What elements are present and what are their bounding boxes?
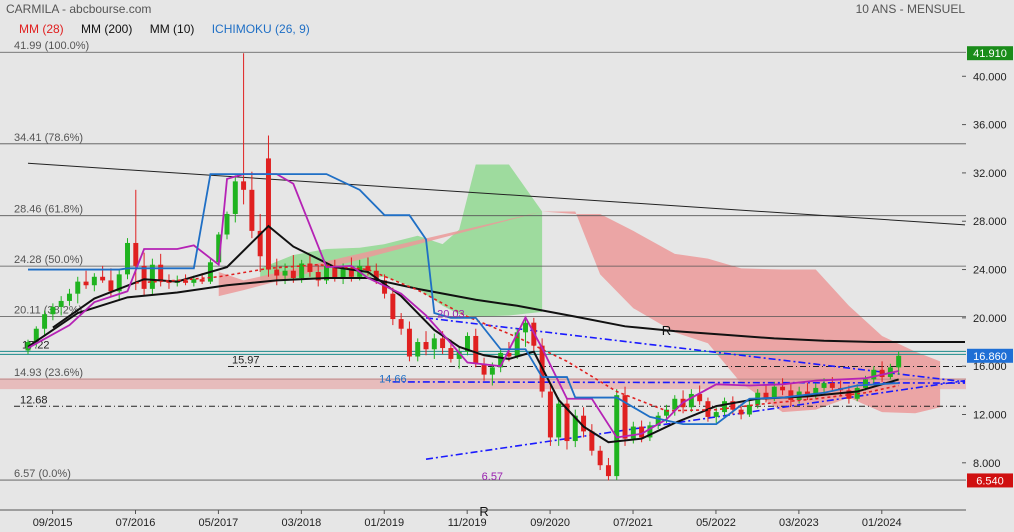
- fib-level-label: 14.93 (23.6%): [14, 367, 83, 379]
- fib-level-label: 6.57 (0.0%): [14, 468, 71, 480]
- candle-body: [431, 338, 437, 350]
- x-tick-label: 05/2022: [696, 517, 736, 529]
- high-price-marker: 41.910: [973, 48, 1007, 60]
- y-tick-label: 24.000: [973, 265, 1007, 277]
- candle-body: [158, 264, 164, 281]
- y-tick-label: 8.000: [973, 458, 1001, 470]
- candle-body: [83, 281, 89, 286]
- candle-body: [42, 314, 48, 329]
- chart-panel: 41.99 (100.0%) 34.41 (78.6%) 28.46 (61.8%)…: [0, 0, 1014, 532]
- candle-body: [183, 280, 189, 283]
- y-tick-label: 12.000: [973, 409, 1007, 421]
- last-price-marker: 16.860: [973, 351, 1007, 363]
- fib-level-label: 24.28 (50.0%): [14, 254, 83, 266]
- candle-body: [133, 242, 139, 266]
- candle-body: [232, 181, 238, 214]
- chart-annotation: 14.66: [379, 373, 407, 385]
- candle-body: [91, 276, 97, 286]
- x-tick-label: 03/2018: [281, 517, 321, 529]
- candle-body: [780, 386, 786, 391]
- y-tick-label: 40.000: [973, 71, 1007, 83]
- legend-ichimoku[interactable]: ICHIMOKU (26, 9): [212, 22, 310, 36]
- candle-body: [58, 300, 64, 307]
- candle-body: [821, 383, 827, 388]
- candle-body: [722, 401, 728, 413]
- candle-body: [390, 293, 396, 320]
- chart-annotation: 6.57: [482, 471, 503, 483]
- y-tick-label: 16.000: [973, 361, 1007, 373]
- legend-mm28[interactable]: MM (28): [19, 22, 64, 36]
- x-tick-label: 05/2017: [199, 517, 239, 529]
- candle-body: [125, 242, 130, 275]
- candle-body: [249, 189, 255, 231]
- candle-body: [829, 383, 835, 388]
- candle-body: [398, 319, 404, 329]
- candle-body: [340, 268, 346, 278]
- candle-body: [523, 322, 529, 333]
- x-tick-label: 09/2020: [530, 517, 570, 529]
- support-label: 15.97: [232, 355, 260, 367]
- candle-body: [274, 269, 280, 276]
- candle-body: [282, 270, 288, 276]
- chart-period: 10 ANS - MENSUEL: [855, 2, 965, 16]
- candle-body: [630, 426, 636, 439]
- y-tick-label: 20.000: [973, 313, 1007, 325]
- fib-level-label: 28.46 (61.8%): [14, 204, 83, 216]
- price-chart: 41.99 (100.0%) 34.41 (78.6%) 28.46 (61.8%)…: [0, 0, 1014, 532]
- candle-body: [605, 465, 611, 477]
- candle-body: [746, 404, 752, 415]
- candle-body: [100, 276, 106, 281]
- support-label: 12.68: [20, 394, 48, 406]
- candle-body: [547, 391, 553, 438]
- candle-body: [713, 412, 719, 417]
- candle-body: [265, 158, 271, 270]
- candle-body: [141, 265, 147, 289]
- candle-body: [224, 213, 230, 235]
- candle-body: [406, 328, 412, 357]
- candle-body: [771, 386, 777, 398]
- candle-body: [763, 392, 769, 398]
- candle-body: [75, 281, 81, 294]
- x-tick-label: 01/2024: [862, 517, 902, 529]
- candle-body: [788, 390, 794, 400]
- candle-body: [423, 342, 429, 350]
- fib-level-label: 41.99 (100.0%): [14, 40, 89, 52]
- candle-body: [473, 335, 479, 364]
- candle-body: [597, 450, 603, 466]
- x-tick-label: 11/2019: [448, 517, 487, 529]
- chart-title: CARMILA - abcbourse.com: [6, 2, 152, 16]
- legend-mm10[interactable]: MM (10): [150, 22, 195, 36]
- y-tick-label: 32.000: [973, 168, 1007, 180]
- candle-body: [589, 431, 595, 451]
- candle-body: [108, 280, 114, 292]
- candle-body: [863, 379, 868, 388]
- x-tick-label: 07/2016: [116, 517, 156, 529]
- candle-body: [489, 367, 495, 375]
- candle-body: [50, 306, 56, 315]
- x-tick-label: 07/2021: [613, 517, 653, 529]
- chart-annotation: 20.03: [437, 308, 465, 320]
- candle-body: [66, 293, 72, 301]
- candle-body: [290, 270, 296, 278]
- candle-body: [199, 279, 205, 282]
- y-tick-label: 36.000: [973, 120, 1007, 132]
- candle-body: [448, 348, 454, 359]
- candle-body: [556, 403, 562, 438]
- candle-body: [871, 369, 877, 380]
- candle-body: [415, 342, 421, 357]
- indicator-legend: MM (28) MM (200) MM (10) ICHIMOKU (26, 9…: [19, 22, 324, 36]
- y-tick-label: 28.000: [973, 216, 1007, 228]
- legend-mm200[interactable]: MM (200): [81, 22, 132, 36]
- candle-body: [241, 181, 247, 190]
- x-tick-label: 09/2015: [33, 517, 73, 529]
- fib-level-label: 34.41 (78.6%): [14, 132, 83, 144]
- x-tick-label: 01/2019: [364, 517, 404, 529]
- candle-body: [738, 409, 744, 415]
- x-tick-label: 03/2023: [779, 517, 819, 529]
- candle-body: [440, 338, 446, 349]
- low-price-marker: 6.540: [976, 475, 1004, 487]
- candle-body: [896, 355, 902, 368]
- chart-annotation: R: [662, 323, 671, 338]
